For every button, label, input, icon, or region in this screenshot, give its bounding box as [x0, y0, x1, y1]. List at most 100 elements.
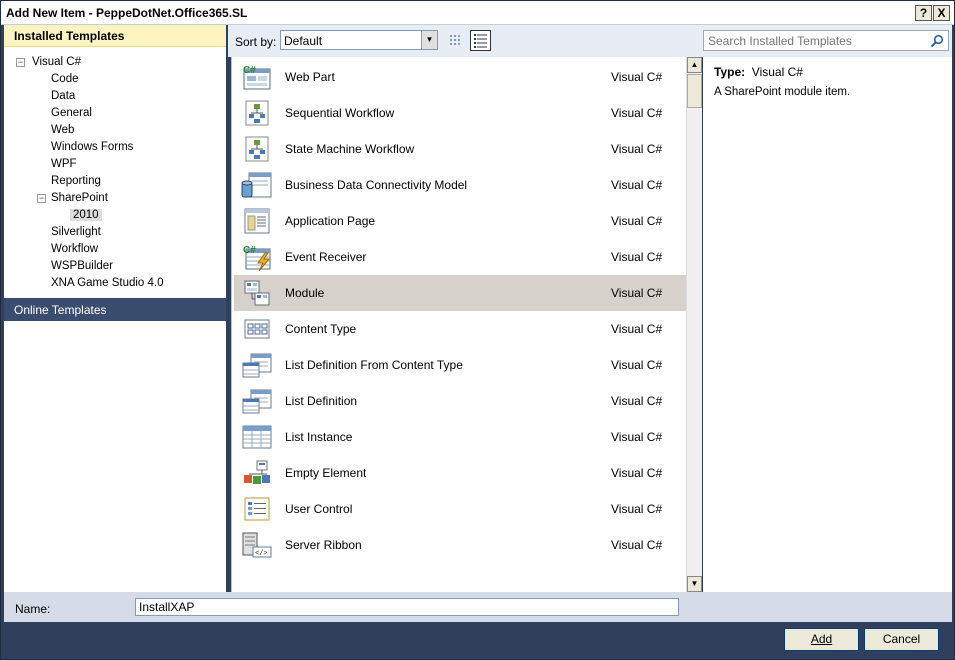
add-new-item-dialog: Add New Item - PeppeDotNet.Office365.SL … — [0, 0, 955, 660]
template-name: Empty Element — [285, 466, 367, 480]
template-item[interactable]: List Definition Visual C# — [234, 383, 686, 419]
scroll-down-arrow-icon[interactable]: ▼ — [687, 576, 702, 592]
tree-item-label: General — [51, 107, 92, 119]
installed-templates-header[interactable]: Installed Templates — [4, 25, 226, 47]
toolbar: Sort by: Default ▼ — [228, 25, 952, 57]
tree-item[interactable]: 2010 — [70, 207, 102, 224]
empty-element-icon — [241, 459, 273, 487]
tree-item-label: Reporting — [51, 175, 101, 187]
list-view-button[interactable] — [470, 30, 491, 51]
type-value: Visual C# — [751, 65, 803, 79]
tree-item[interactable]: Workflow — [51, 241, 98, 258]
tree-item[interactable]: − Visual C# — [16, 54, 81, 71]
title-bar: Add New Item - PeppeDotNet.Office365.SL … — [1, 1, 954, 25]
tree-item[interactable]: WSPBuilder — [51, 258, 113, 275]
template-item[interactable]: List Instance Visual C# — [234, 419, 686, 455]
template-language: Visual C# — [611, 214, 663, 228]
tree-item[interactable]: Silverlight — [51, 224, 101, 241]
module-icon — [241, 279, 273, 307]
tree-item[interactable]: Windows Forms — [51, 139, 133, 156]
scrollbar-thumb[interactable] — [687, 74, 702, 108]
template-item[interactable]: List Definition From Content Type Visual … — [234, 347, 686, 383]
template-details-panel: Type: Visual C# A SharePoint module item… — [703, 57, 952, 592]
template-language: Visual C# — [611, 70, 663, 84]
online-templates-header[interactable]: Online Templates — [4, 298, 226, 321]
tree-item-label: Web — [51, 124, 75, 136]
tree-item[interactable]: Web — [51, 122, 74, 139]
tree-item[interactable]: − SharePoint — [37, 190, 108, 207]
tree-item-label: Code — [51, 73, 79, 85]
close-button[interactable]: X — [933, 5, 950, 21]
template-item[interactable]: Sequential Workflow Visual C# — [234, 95, 686, 131]
collapse-toggle-icon[interactable]: − — [37, 194, 46, 203]
name-input[interactable] — [135, 598, 679, 616]
installed-templates-label: Installed Templates — [14, 29, 125, 43]
template-item[interactable]: State Machine Workflow Visual C# — [234, 131, 686, 167]
tree-item-label: Data — [51, 90, 76, 102]
help-button[interactable]: ? — [915, 5, 932, 21]
tree-item[interactable]: WPF — [51, 156, 77, 173]
tree-item[interactable]: XNA Game Studio 4.0 — [51, 275, 164, 292]
template-item[interactable]: C# Event Receiver Visual C# — [234, 239, 686, 275]
type-label: Type: — [714, 65, 746, 79]
template-language: Visual C# — [611, 430, 663, 444]
event-receiver-icon: C# — [241, 243, 273, 272]
online-templates-label: Online Templates — [14, 303, 107, 317]
tree-item-label: 2010 — [70, 209, 102, 221]
dropdown-arrow-icon[interactable]: ▼ — [421, 31, 437, 49]
state-machine-workflow-icon — [241, 135, 273, 163]
search-icon[interactable] — [930, 34, 944, 48]
application-page-icon — [241, 207, 273, 235]
template-name: State Machine Workflow — [285, 142, 415, 156]
template-language: Visual C# — [611, 178, 663, 192]
tree-item-label: Windows Forms — [51, 141, 134, 153]
add-button-label: Add — [810, 632, 833, 646]
search-input[interactable] — [708, 33, 918, 48]
cancel-button[interactable]: Cancel — [864, 628, 939, 651]
template-item[interactable]: User Control Visual C# — [234, 491, 686, 527]
template-language: Visual C# — [611, 502, 663, 516]
template-item[interactable]: Content Type Visual C# — [234, 311, 686, 347]
template-language: Visual C# — [611, 250, 663, 264]
sequential-workflow-icon — [241, 99, 273, 127]
template-language: Visual C# — [611, 466, 663, 480]
web-part-icon: C# — [241, 63, 273, 91]
template-description: A SharePoint module item. — [714, 86, 851, 98]
list-definition-icon — [241, 387, 273, 415]
template-item[interactable]: Module Visual C# — [234, 275, 686, 311]
tree-item[interactable]: Code — [51, 71, 79, 88]
scroll-up-arrow-icon[interactable]: ▲ — [687, 57, 702, 73]
template-name: List Instance — [285, 430, 353, 444]
svg-text:C#: C# — [243, 65, 256, 76]
sort-by-dropdown[interactable]: Default ▼ — [280, 30, 438, 50]
tree-item-label: SharePoint — [51, 192, 108, 204]
template-item[interactable]: Business Data Connectivity Model Visual C… — [234, 167, 686, 203]
tree-item-label: Silverlight — [51, 226, 101, 238]
tree-item[interactable]: Data — [51, 88, 75, 105]
server-ribbon-icon: </> — [241, 531, 273, 559]
content-type-icon — [241, 315, 273, 343]
tree-item[interactable]: Reporting — [51, 173, 101, 190]
tree-item-label: XNA Game Studio 4.0 — [51, 277, 164, 289]
collapse-toggle-icon[interactable]: − — [16, 58, 25, 67]
template-name: Sequential Workflow — [285, 106, 395, 120]
template-language: Visual C# — [611, 106, 663, 120]
template-item[interactable]: C# Web Part Visual C# — [234, 59, 686, 95]
small-icons-view-button[interactable] — [445, 30, 466, 51]
name-label: Name: — [15, 602, 51, 616]
template-name: Server Ribbon — [285, 538, 362, 552]
search-box[interactable] — [703, 30, 949, 51]
tree-item-label: Workflow — [51, 243, 99, 255]
tree-item[interactable]: General — [51, 105, 92, 122]
template-name: Application Page — [285, 214, 376, 228]
template-item[interactable]: Application Page Visual C# — [234, 203, 686, 239]
template-item[interactable]: </> Server Ribbon Visual C# — [234, 527, 686, 563]
svg-text:C#: C# — [243, 245, 256, 256]
add-button[interactable]: Add — [784, 628, 859, 651]
list-definition-content-type-icon — [241, 351, 273, 379]
template-list-scrollbar[interactable]: ▲ ▼ — [686, 57, 702, 592]
sort-by-value: Default — [284, 34, 323, 48]
template-language: Visual C# — [611, 358, 663, 372]
template-name: List Definition — [285, 394, 358, 408]
template-item[interactable]: Empty Element Visual C# — [234, 455, 686, 491]
